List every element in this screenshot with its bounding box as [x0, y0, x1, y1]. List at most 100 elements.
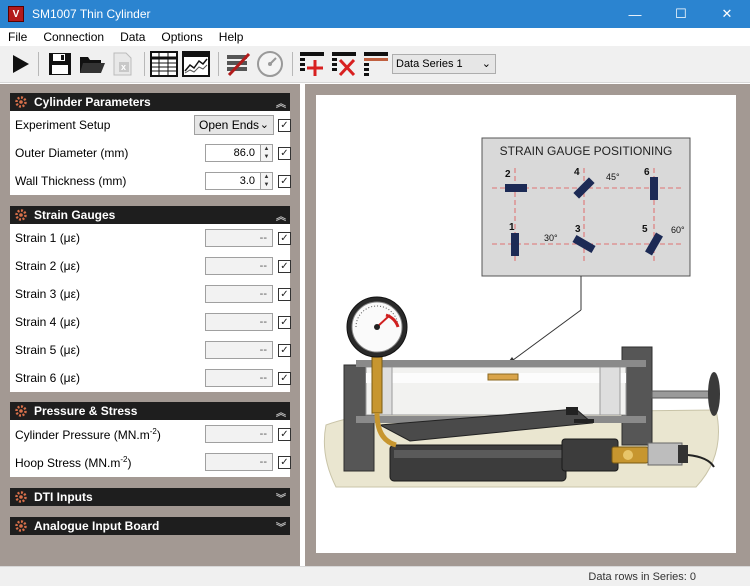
section-title: Cylinder Parameters — [34, 95, 151, 109]
strain-5-checkbox[interactable]: ✓ — [278, 344, 291, 357]
gauge-2-icon — [505, 184, 527, 192]
outer-diameter-stepper[interactable]: ▲ ▼ — [261, 144, 273, 162]
toolbar-separator — [144, 52, 145, 76]
svg-text:6: 6 — [644, 167, 650, 178]
row-strain-1: Strain 1 (με) -- ✓ — [10, 224, 291, 252]
svg-text:3: 3 — [575, 224, 581, 235]
title-bar: V SM1007 Thin Cylinder — ☐ ✕ — [0, 0, 750, 28]
gauge-icon[interactable] — [256, 50, 284, 78]
gauge-1-icon — [511, 233, 519, 256]
hoop-stress-value: -- — [205, 453, 273, 471]
strain-6-value: -- — [205, 369, 273, 387]
svg-text:5: 5 — [642, 224, 648, 235]
section-header-analogue[interactable]: Analogue Input Board ︾ — [10, 517, 290, 535]
chevron-down-icon: ⌄ — [259, 119, 269, 131]
strain-4-checkbox[interactable]: ✓ — [278, 316, 291, 329]
strain-2-value: -- — [205, 257, 273, 275]
row-strain-5: Strain 5 (με) -- ✓ — [10, 336, 291, 364]
play-icon[interactable] — [6, 50, 34, 78]
row-wall-thickness: Wall Thickness (mm) 3.0 ▲ ▼ ✓ — [10, 167, 291, 195]
strain-6-checkbox[interactable]: ✓ — [278, 372, 291, 385]
row-strain-2: Strain 2 (με) -- ✓ — [10, 252, 291, 280]
row-strain-3: Strain 3 (με) -- ✓ — [10, 280, 291, 308]
gear-icon — [15, 405, 27, 417]
section-title: Analogue Input Board — [34, 519, 160, 533]
cylinder-pressure-checkbox[interactable]: ✓ — [278, 428, 291, 441]
experiment-setup-checkbox[interactable]: ✓ — [278, 119, 291, 132]
table-view-icon[interactable] — [150, 50, 178, 78]
strain-5-value: -- — [205, 341, 273, 359]
outer-diameter-input[interactable]: 86.0 — [205, 144, 261, 162]
chevron-down-icon: ︾ — [276, 494, 286, 505]
save-icon[interactable] — [46, 50, 74, 78]
wall-thickness-stepper[interactable]: ▲ ▼ — [261, 172, 273, 190]
section-header-dti[interactable]: DTI Inputs ︾ — [10, 488, 290, 506]
minimize-button[interactable]: — — [612, 0, 658, 28]
strain-gauge-positioning-box: STRAIN GAUGE POSITIONING 1 2 3 30° 4 45°… — [481, 137, 691, 277]
menu-data[interactable]: Data — [112, 30, 153, 44]
strain-5-label: Strain 5 (με) — [15, 343, 80, 357]
excel-export-icon[interactable]: x — [108, 50, 136, 78]
section-header-pressure[interactable]: Pressure & Stress ︽ — [10, 402, 290, 420]
row-experiment-setup: Experiment Setup Open Ends ⌄ ✓ — [10, 111, 291, 139]
wall-thickness-input[interactable]: 3.0 — [205, 172, 261, 190]
experiment-setup-value: Open Ends — [199, 118, 260, 132]
series-table-icon[interactable] — [362, 50, 390, 78]
menu-bar: File Connection Data Options Help — [0, 28, 750, 46]
outer-diameter-label: Outer Diameter (mm) — [15, 146, 129, 160]
section-header-strain[interactable]: Strain Gauges ︽ — [10, 206, 290, 224]
menu-help[interactable]: Help — [211, 30, 252, 44]
apparatus-diagram: STRAIN GAUGE POSITIONING 1 2 3 30° 4 45°… — [316, 95, 736, 553]
status-bar: Data rows in Series: 0 — [0, 566, 750, 586]
toolbar-separator — [218, 52, 219, 76]
delete-series-icon[interactable] — [330, 50, 358, 78]
maximize-button[interactable]: ☐ — [658, 0, 704, 28]
data-series-select[interactable]: Data Series 1 ⌄ — [392, 54, 496, 74]
gauge-6-icon — [650, 177, 658, 200]
gear-icon — [15, 491, 27, 503]
svg-text:4: 4 — [574, 167, 580, 178]
chevron-down-icon: ⌄ — [481, 58, 491, 70]
section-title: DTI Inputs — [34, 490, 93, 504]
open-folder-icon[interactable] — [78, 50, 106, 78]
svg-text:2: 2 — [505, 169, 511, 180]
strain-1-checkbox[interactable]: ✓ — [278, 232, 291, 245]
experiment-setup-select[interactable]: Open Ends ⌄ — [194, 115, 274, 135]
close-button[interactable]: ✕ — [704, 0, 750, 28]
section-body-pressure: Cylinder Pressure (MN.m-2) -- ✓ Hoop Str… — [10, 420, 291, 477]
outer-diameter-checkbox[interactable]: ✓ — [278, 147, 291, 160]
svg-text:45°: 45° — [606, 172, 620, 182]
hoop-stress-label: Hoop Stress (MN.m-2) — [15, 455, 132, 470]
calibrate-icon[interactable] — [224, 50, 252, 78]
menu-options[interactable]: Options — [153, 30, 210, 44]
strain-4-value: -- — [205, 313, 273, 331]
experiment-setup-label: Experiment Setup — [15, 118, 111, 132]
hoop-stress-checkbox[interactable]: ✓ — [278, 456, 291, 469]
chevron-up-icon: ︽ — [276, 212, 286, 223]
row-cylinder-pressure: Cylinder Pressure (MN.m-2) -- ✓ — [10, 420, 291, 448]
menu-file[interactable]: File — [0, 30, 35, 44]
svg-text:30°: 30° — [544, 233, 558, 243]
menu-connection[interactable]: Connection — [35, 30, 112, 44]
window-title: SM1007 Thin Cylinder — [32, 7, 151, 21]
strain-2-label: Strain 2 (με) — [15, 259, 80, 273]
add-series-icon[interactable] — [298, 50, 326, 78]
positioning-title: STRAIN GAUGE POSITIONING — [500, 144, 673, 158]
gear-icon — [15, 520, 27, 532]
svg-text:60°: 60° — [671, 225, 685, 235]
cylinder-pressure-label: Cylinder Pressure (MN.m-2) — [15, 427, 161, 442]
svg-text:1: 1 — [509, 222, 515, 233]
chart-view-icon[interactable] — [182, 50, 210, 78]
strain-4-label: Strain 4 (με) — [15, 315, 80, 329]
strain-2-checkbox[interactable]: ✓ — [278, 260, 291, 273]
section-header-cylinder[interactable]: Cylinder Parameters ︽ — [10, 93, 290, 111]
strain-3-label: Strain 3 (με) — [15, 287, 80, 301]
section-body-cylinder: Experiment Setup Open Ends ⌄ ✓ Outer Diam… — [10, 111, 291, 195]
strain-3-value: -- — [205, 285, 273, 303]
section-title: Pressure & Stress — [34, 404, 138, 418]
strain-3-checkbox[interactable]: ✓ — [278, 288, 291, 301]
chevron-down-icon: ︾ — [276, 523, 286, 534]
data-rows-status: Data rows in Series: 0 — [588, 571, 696, 583]
strain-1-label: Strain 1 (με) — [15, 231, 80, 245]
wall-thickness-checkbox[interactable]: ✓ — [278, 175, 291, 188]
